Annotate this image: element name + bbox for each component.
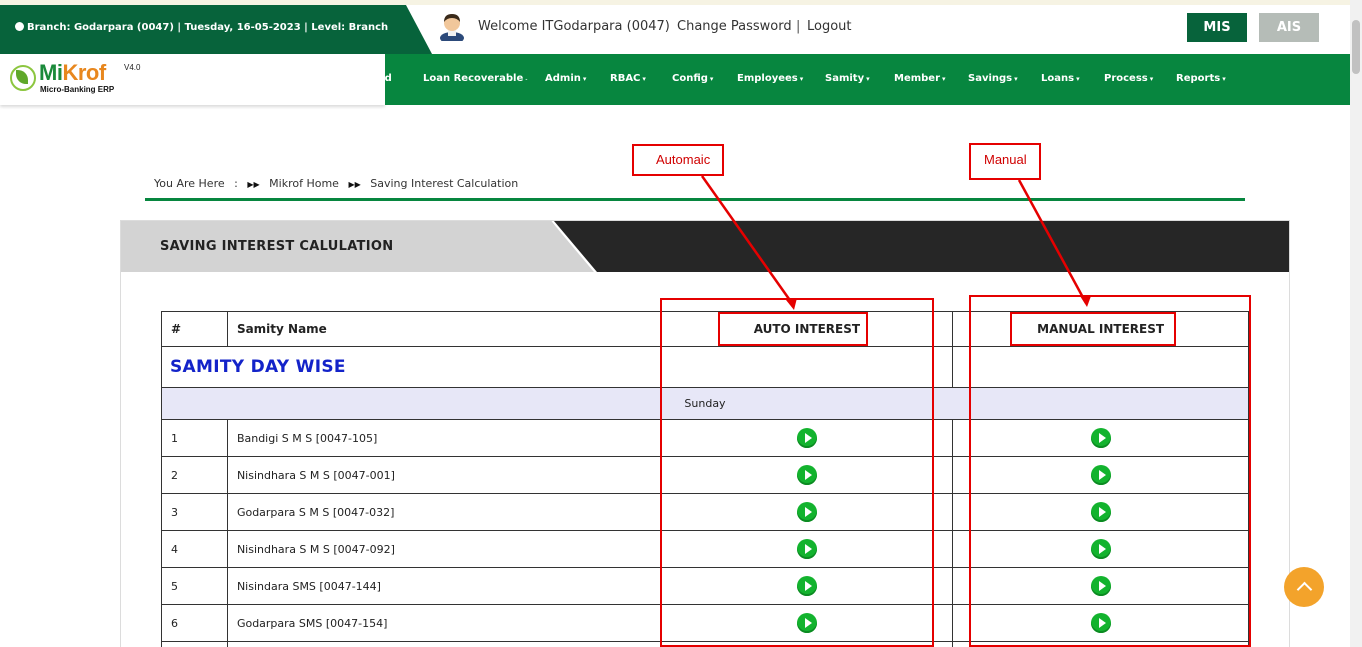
nav-caret: ˗ (525, 75, 528, 83)
header-separator: | (796, 19, 801, 34)
manual-annotation-label: Manual (984, 152, 1027, 167)
logo-version: V4.0 (124, 63, 141, 72)
chevron-down-icon: ▾ (1076, 75, 1080, 83)
welcome-text: Welcome ITGodarpara (0047) (478, 19, 670, 34)
nav-item-loans[interactable]: Loans ▾ (1041, 73, 1080, 84)
column-header-samity-name: Samity Name (226, 311, 662, 347)
auto-header-highlight-box (718, 312, 868, 346)
row-number-empty (161, 641, 228, 647)
manual-header-highlight-box (1010, 312, 1176, 346)
samity-name-empty (226, 641, 662, 647)
back-to-top-button[interactable] (1284, 567, 1324, 607)
row-number: 3 (161, 493, 228, 531)
app-root: Branch: Godarpara (0047) | Tuesday, 16-0… (0, 0, 1362, 647)
nav-item-process[interactable]: Process ▾ (1104, 73, 1153, 84)
row-number: 1 (161, 419, 228, 457)
chevron-down-icon: ▾ (799, 75, 804, 83)
nav-item-label: Loans (1041, 73, 1075, 84)
globe-icon (15, 22, 24, 31)
nav-item-loan-recoverable[interactable]: Loan Recoverable ˗ (423, 73, 528, 84)
user-avatar-icon (440, 14, 464, 41)
nav-item-label: ard (373, 73, 392, 84)
nav-item-label: Admin (545, 73, 581, 84)
nav-item-savings[interactable]: Savings ▾ (968, 73, 1018, 84)
double-chevron-right-icon: ▶▶ (348, 180, 361, 189)
ais-button[interactable]: AIS (1259, 13, 1319, 42)
breadcrumb: You Are Here : ▶▶ Mikrof Home ▶▶ Saving … (154, 177, 524, 190)
row-number: 5 (161, 567, 228, 605)
logout-link[interactable]: Logout (807, 19, 852, 34)
nav-item-label: Member (894, 73, 941, 84)
nav-item-admin[interactable]: Admin ▾ (545, 73, 586, 84)
nav-item-samity[interactable]: Samity ▾ (825, 73, 870, 84)
manual-column-highlight-box (969, 295, 1251, 647)
nav-item-label: Employees (737, 73, 798, 84)
nav-item-label: Reports (1176, 73, 1221, 84)
row-number: 2 (161, 456, 228, 494)
scrollbar-thumb[interactable] (1352, 20, 1360, 74)
chevron-down-icon: ▾ (942, 75, 946, 83)
nav-item-label: Samity (825, 73, 865, 84)
samity-name: Nisindara SMS [0047-144] (226, 567, 662, 605)
column-header-number: # (161, 311, 228, 347)
logo-tagline: Micro-Banking ERP (40, 85, 115, 94)
nav-item-employees[interactable]: Employees ▾ (737, 73, 803, 84)
breadcrumb-underline (145, 198, 1245, 201)
nav-item-label: Savings (968, 73, 1013, 84)
nav-item-member[interactable]: Member ▾ (894, 73, 946, 84)
samity-name: Bandigi S M S [0047-105] (226, 419, 662, 457)
chevron-down-icon: ▾ (1149, 75, 1154, 83)
chevron-down-icon: ▾ (582, 75, 587, 83)
samity-name: Godarpara S M S [0047-032] (226, 493, 662, 531)
row-number: 4 (161, 530, 228, 568)
section-title: SAMITY DAY WISE (161, 346, 662, 388)
top-stripe (0, 0, 1350, 5)
nav-item-rbac[interactable]: RBAC ▾ (610, 73, 646, 84)
change-password-link[interactable]: Change Password (677, 19, 792, 34)
chevron-down-icon: ▾ (1014, 75, 1018, 83)
automatic-annotation-label: Automaic (656, 152, 711, 167)
nav-item-label: Loan Recoverable (423, 73, 524, 84)
page-title: SAVING INTEREST CALULATION (160, 239, 394, 254)
samity-name: Nisindhara S M S [0047-001] (226, 456, 662, 494)
chevron-down-icon: ▾ (866, 75, 870, 83)
breadcrumb-current: Saving Interest Calculation (370, 177, 519, 190)
logo-name-mi: Mi (39, 60, 63, 85)
double-chevron-right-icon: ▶▶ (247, 180, 260, 189)
samity-name: Godarpara SMS [0047-154] (226, 604, 662, 642)
chevron-down-icon: ▾ (709, 75, 714, 83)
branch-info-text: Branch: Godarpara (0047) | Tuesday, 16-0… (27, 22, 389, 33)
breadcrumb-colon: : (234, 177, 238, 190)
nav-item-label: Config (672, 73, 708, 84)
logo-name-rest: Krof (62, 60, 106, 85)
logo-name[interactable]: MiKrof (39, 60, 106, 86)
scrollbar-track[interactable] (1350, 0, 1362, 647)
breadcrumb-home-link[interactable]: Mikrof Home (269, 177, 339, 190)
nav-item-label: Process (1104, 73, 1148, 84)
nav-item-label: RBAC (610, 73, 641, 84)
breadcrumb-prefix: You Are Here (154, 177, 225, 190)
branch-info: Branch: Godarpara (0047) | Tuesday, 16-0… (15, 22, 388, 33)
row-number: 6 (161, 604, 228, 642)
auto-column-highlight-box (660, 298, 934, 647)
nav-item-config[interactable]: Config ▾ (672, 73, 713, 84)
nav-item-dashboard[interactable]: ard (373, 73, 392, 84)
mis-button[interactable]: MIS (1187, 13, 1247, 42)
nav-item-reports[interactable]: Reports ▾ (1176, 73, 1226, 84)
chevron-down-icon: ▾ (1222, 75, 1226, 83)
samity-name: Nisindhara S M S [0047-092] (226, 530, 662, 568)
chevron-down-icon: ▾ (642, 75, 646, 83)
